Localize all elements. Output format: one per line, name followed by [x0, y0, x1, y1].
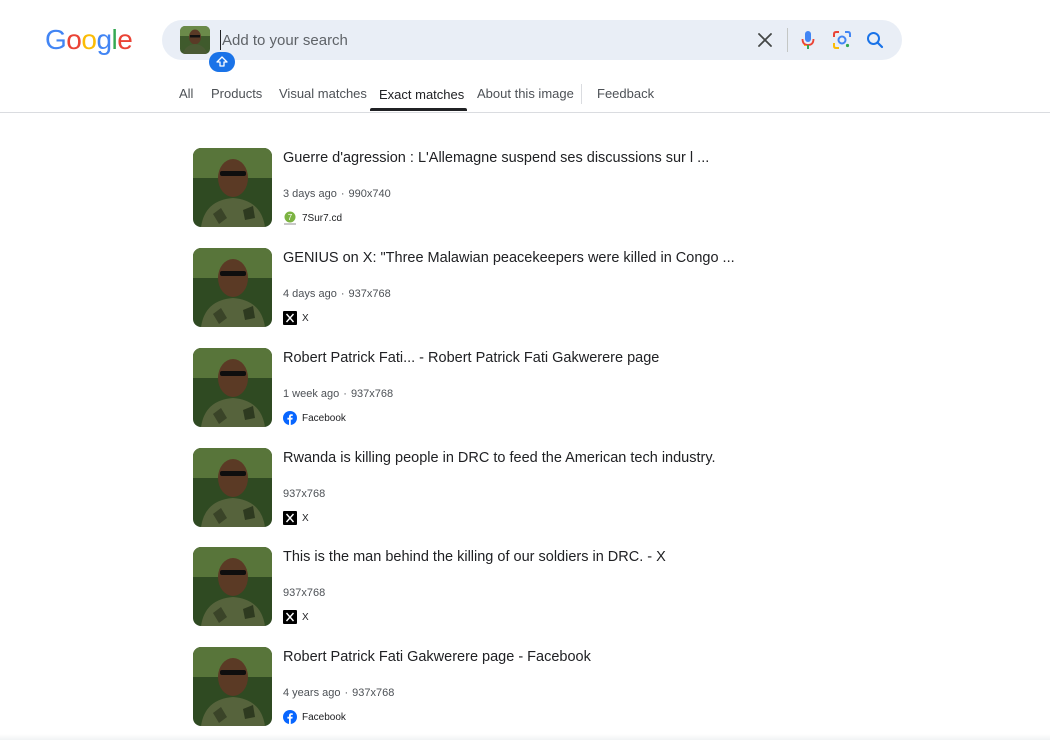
tab-visual-matches[interactable]: Visual matches [279, 86, 367, 101]
microphone-icon[interactable] [796, 28, 820, 52]
tab-feedback[interactable]: Feedback [597, 86, 654, 101]
result-thumbnail[interactable] [193, 448, 272, 527]
logo-letter: e [117, 24, 133, 55]
svg-text:7: 7 [288, 213, 293, 222]
result-age: 4 days ago [283, 288, 337, 300]
search-image-thumbnail[interactable] [180, 26, 210, 54]
lens-camera-icon[interactable] [830, 28, 854, 52]
upload-arrow-icon[interactable] [209, 52, 235, 72]
close-icon[interactable] [753, 28, 777, 52]
page-bottom-edge [0, 734, 1050, 740]
result-source[interactable]: Facebook [283, 709, 346, 725]
x-logo-icon [283, 511, 297, 525]
meta-separator: · [340, 188, 345, 200]
tab-all[interactable]: All [179, 86, 193, 101]
result-item[interactable]: GENIUS on X: "Three Malawian peacekeeper… [193, 248, 793, 328]
search-bar[interactable] [162, 20, 902, 60]
result-source[interactable]: X [283, 510, 309, 526]
result-thumbnail[interactable] [193, 148, 272, 227]
result-item[interactable]: Rwanda is killing people in DRC to feed … [193, 448, 793, 528]
tab-exact-matches[interactable]: Exact matches [379, 87, 464, 102]
result-item[interactable]: This is the man behind the killing of ou… [193, 547, 793, 627]
result-dimensions: 937x768 [350, 388, 394, 400]
source-name: Facebook [302, 711, 346, 723]
result-thumbnail[interactable] [193, 647, 272, 726]
search-input[interactable] [220, 30, 690, 50]
result-source[interactable]: X [283, 609, 309, 625]
result-title[interactable]: Robert Patrick Fati... - Robert Patrick … [283, 350, 783, 366]
result-thumbnail[interactable] [193, 248, 272, 327]
result-age: 4 years ago [283, 687, 341, 699]
result-item[interactable]: Robert Patrick Fati... - Robert Patrick … [193, 348, 793, 428]
logo-letter: G [45, 24, 67, 55]
x-logo-icon [283, 610, 297, 624]
result-dimensions: 937x768 [348, 288, 391, 300]
result-title[interactable]: This is the man behind the killing of ou… [283, 549, 783, 565]
result-source[interactable]: X [283, 310, 309, 326]
source-name: X [302, 312, 309, 324]
result-meta: 937x768 [283, 488, 325, 500]
source-name: X [302, 611, 309, 623]
result-thumbnail[interactable] [193, 547, 272, 626]
7sur7-icon: 7 [283, 211, 297, 225]
result-title[interactable]: Guerre d'agression : L'Allemagne suspend… [283, 150, 783, 166]
result-source[interactable]: 7 7Sur7.cd [283, 210, 342, 226]
source-name: Facebook [302, 412, 346, 424]
logo-letter: o [81, 24, 97, 55]
result-title[interactable]: Robert Patrick Fati Gakwerere page - Fac… [283, 649, 783, 665]
meta-separator: · [344, 687, 349, 699]
result-age: 3 days ago [283, 188, 337, 200]
meta-separator: · [340, 288, 345, 300]
google-logo[interactable]: Google [45, 24, 133, 56]
result-title[interactable]: GENIUS on X: "Three Malawian peacekeeper… [283, 250, 783, 266]
result-age: 1 week ago [283, 388, 340, 400]
result-dimensions: 937x768 [283, 587, 326, 599]
tab-products[interactable]: Products [211, 86, 262, 101]
search-divider [787, 28, 788, 52]
meta-separator: · [343, 388, 347, 400]
x-logo-icon [283, 311, 297, 325]
search-icon[interactable] [863, 28, 887, 52]
result-thumbnail[interactable] [193, 348, 272, 427]
facebook-icon [283, 710, 297, 724]
logo-letter: o [66, 24, 82, 55]
header: Google Add to your search All Products V… [0, 0, 1050, 113]
result-item[interactable]: Guerre d'agression : L'Allemagne suspend… [193, 148, 793, 228]
result-meta: 937x768 [283, 587, 325, 599]
result-source[interactable]: Facebook [283, 410, 346, 426]
result-meta: 1 week ago · 937x768 [283, 388, 393, 400]
result-dimensions: 937x768 [283, 488, 326, 500]
tab-separator [581, 84, 582, 104]
facebook-icon [283, 411, 297, 425]
logo-letter: g [96, 24, 112, 55]
tab-about-this-image[interactable]: About this image [477, 86, 574, 101]
result-meta: 4 years ago · 937x768 [283, 687, 394, 699]
source-name: 7Sur7.cd [302, 212, 343, 224]
result-meta: 4 days ago · 937x768 [283, 288, 391, 300]
source-name: X [302, 512, 309, 524]
result-dimensions: 990x740 [348, 188, 391, 200]
result-meta: 3 days ago · 990x740 [283, 188, 391, 200]
active-tab-indicator [370, 108, 467, 111]
result-item[interactable]: Robert Patrick Fati Gakwerere page - Fac… [193, 647, 793, 727]
result-title[interactable]: Rwanda is killing people in DRC to feed … [283, 450, 783, 466]
result-dimensions: 937x768 [352, 687, 395, 699]
